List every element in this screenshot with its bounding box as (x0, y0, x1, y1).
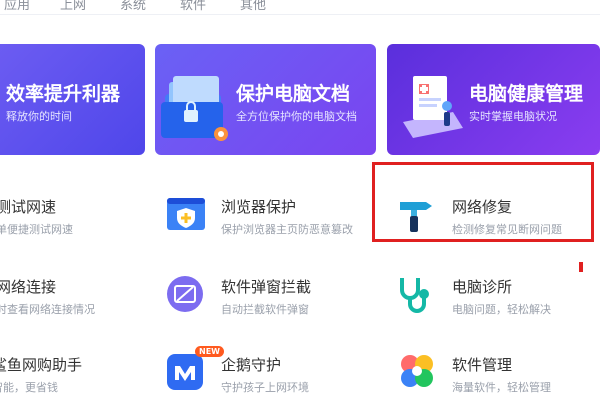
tool-name: 网络连接 (0, 278, 57, 296)
tool-name: 鲨鱼网购助手 (0, 356, 83, 374)
tool-name: 测试网速 (0, 198, 57, 216)
popup-block-icon (167, 276, 203, 312)
tool-desc: 智能，更省钱 (0, 381, 58, 394)
tool-desc: 电脑问题，轻松解决 (452, 303, 551, 316)
banner-subtitle: 实时掌握电脑状况 (469, 110, 557, 123)
banner-health[interactable]: 电脑健康管理 实时掌握电脑状况 (387, 44, 600, 155)
tool-desc: 时查看网络连接情况 (0, 303, 95, 316)
highlight-box (372, 162, 594, 242)
category-tabs: 应用 上网 系统 软件 其他 (0, 0, 600, 15)
tool-desc: 保护浏览器主页防恶意篡改 (221, 223, 353, 236)
tool-name: 软件管理 (452, 356, 513, 374)
tool-popup-blocker[interactable]: 软件弹窗拦截 自动拦截软件弹窗 (165, 274, 365, 324)
new-badge: NEW (195, 346, 224, 357)
banner-subtitle: 全方位保护你的电脑文档 (236, 110, 357, 123)
banner-subtitle: 释放你的时间 (6, 110, 72, 123)
red-marker (579, 262, 583, 272)
penguin-guard-icon (167, 354, 203, 390)
tool-name: 企鹅守护 (221, 356, 282, 374)
tool-software-manager[interactable]: 软件管理 海量软件，轻松管理 (396, 352, 596, 402)
banner-title: 效率提升利器 (6, 83, 121, 105)
software-manager-icon (401, 355, 433, 387)
tool-network-connection[interactable]: 网络连接 时查看网络连接情况 (0, 274, 136, 324)
tool-browser-protect[interactable]: 浏览器保护 保护浏览器主页防恶意篡改 (165, 194, 365, 244)
banner-title: 电脑健康管理 (469, 83, 584, 105)
tool-name: 电脑诊所 (452, 278, 513, 296)
banner-document-protect[interactable]: 保护电脑文档 全方位保护你的电脑文档 (155, 44, 376, 155)
tool-desc: 单便捷测试网速 (0, 223, 73, 236)
stethoscope-icon (400, 278, 429, 313)
laptop-health-illustration (403, 76, 463, 138)
tool-penguin-guard[interactable]: NEW 企鹅守护 守护孩子上网环境 (165, 346, 365, 402)
banner-title: 保护电脑文档 (236, 83, 351, 105)
tab-other[interactable]: 其他 (240, 0, 266, 13)
tool-desc: 守护孩子上网环境 (221, 381, 309, 394)
tab-software[interactable]: 软件 (180, 0, 206, 13)
tab-internet[interactable]: 上网 (60, 0, 86, 13)
tab-apps[interactable]: 应用 (4, 0, 30, 13)
tool-shopping-assistant[interactable]: 鲨鱼网购助手 智能，更省钱 (0, 352, 132, 402)
tool-name: 软件弹窗拦截 (221, 278, 312, 296)
tool-pc-clinic[interactable]: 电脑诊所 电脑问题，轻松解决 (396, 274, 596, 324)
shield-browser-icon (167, 198, 205, 230)
tool-desc: 海量软件，轻松管理 (452, 381, 551, 394)
tool-name: 浏览器保护 (221, 198, 297, 216)
tab-system[interactable]: 系统 (120, 0, 146, 13)
tool-speed-test[interactable]: 测试网速 单便捷测试网速 (0, 194, 136, 244)
banner-efficiency[interactable]: 效率提升利器 释放你的时间 (0, 44, 145, 155)
tool-desc: 自动拦截软件弹窗 (221, 303, 309, 316)
document-folder-illustration (161, 76, 228, 141)
